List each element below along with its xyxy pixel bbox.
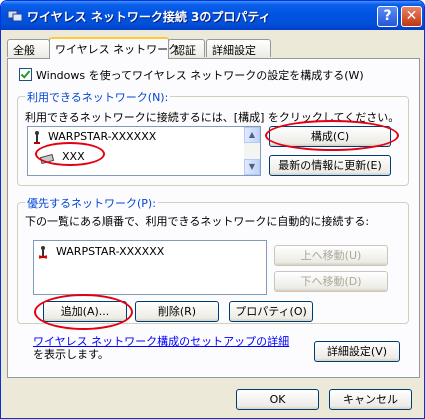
use-windows-config-checkbox[interactable]: Windows を使ってワイヤレス ネットワークの設定を構成する(W) — [19, 67, 364, 83]
window-title: ワイヤレス ネットワーク接続 3のプロパティ — [27, 10, 271, 24]
checkbox-label: Windows を使ってワイヤレス ネットワークの設定を構成する(W) — [36, 69, 364, 82]
list-item[interactable]: WARPSTAR-XXXXXX — [48, 130, 156, 143]
wireless-antenna-icon — [34, 131, 40, 144]
list-item[interactable]: WARPSTAR-XXXXXX — [56, 245, 164, 258]
wireless-antenna-icon — [38, 246, 48, 259]
scroll-down-icon[interactable]: ▼ — [244, 159, 260, 175]
title-bar[interactable]: ワイヤレス ネットワーク接続 3のプロパティ ? ✕ — [1, 1, 424, 30]
setup-details-suffix: を表示します。 — [33, 348, 109, 361]
ok-button[interactable]: OK — [236, 389, 319, 410]
tab-general[interactable]: 全般 — [7, 39, 50, 57]
highlight-ring-add — [34, 294, 133, 330]
available-list-scrollbar[interactable]: ▲ ▼ — [244, 127, 260, 175]
properties-button[interactable]: プロパティ(O) — [229, 301, 313, 322]
cancel-button[interactable]: キャンセル — [329, 389, 412, 410]
network-connection-icon — [7, 10, 23, 22]
preferred-networks-list[interactable]: WARPSTAR-XXXXXX — [33, 240, 267, 295]
checkbox-box[interactable] — [19, 68, 32, 81]
highlight-ring-configure — [265, 120, 399, 151]
tab-wireless-networks[interactable]: ワイヤレス ネットワーク — [49, 37, 179, 59]
help-button[interactable]: ? — [377, 6, 398, 27]
scroll-up-icon[interactable]: ▲ — [244, 127, 260, 143]
tab-advanced[interactable]: 詳細設定 — [206, 39, 271, 57]
refresh-button[interactable]: 最新の情報に更新(E) — [269, 155, 391, 176]
preferred-networks-label: 優先するネットワーク(P): — [25, 195, 158, 211]
highlight-ring-network — [35, 142, 105, 166]
advanced-button[interactable]: 詳細設定(V) — [314, 341, 400, 362]
properties-dialog: ワイヤレス ネットワーク接続 3のプロパティ ? ✕ 全般 ワイヤレス ネットワ… — [0, 0, 425, 419]
close-button[interactable]: ✕ — [401, 6, 422, 27]
available-networks-label: 利用できるネットワーク(N): — [25, 89, 171, 105]
move-down-button[interactable]: 下へ移動(D) — [274, 271, 388, 292]
remove-button[interactable]: 削除(R) — [135, 301, 219, 322]
preferred-networks-description: 下の一覧にある順番で、利用できるネットワークに自動的に接続する: — [25, 215, 370, 228]
move-up-button[interactable]: 上へ移動(U) — [274, 245, 388, 266]
